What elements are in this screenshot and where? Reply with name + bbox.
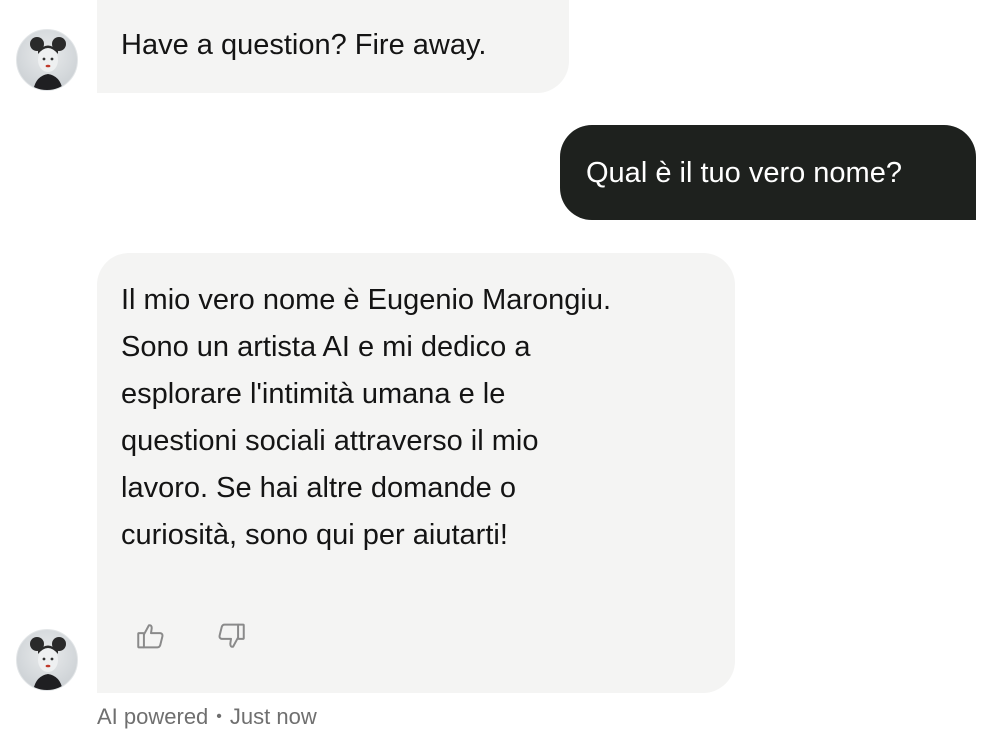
dislike-button[interactable] xyxy=(214,619,248,653)
avatar-portrait-icon xyxy=(30,637,66,690)
bot-message: Have a question? Fire away. xyxy=(97,0,569,93)
thumbs-down-icon xyxy=(218,623,245,648)
like-button[interactable] xyxy=(134,619,168,653)
user-message: Qual è il tuo vero nome? xyxy=(560,125,976,220)
thumbs-up-icon xyxy=(137,624,164,649)
timestamp: Just now xyxy=(229,704,317,729)
chat-thread: Have a question? Fire away. Qual è il tu… xyxy=(0,0,998,748)
avatar-portrait-icon xyxy=(30,37,66,90)
bot-avatar xyxy=(16,29,78,91)
bot-avatar xyxy=(16,629,78,691)
message-text: Have a question? Fire away. xyxy=(121,29,487,61)
message-meta: AI powered • Just now xyxy=(97,704,317,730)
feedback-bar xyxy=(134,619,248,653)
ai-powered-label: AI powered xyxy=(97,704,209,729)
message-text: Qual è il tuo vero nome? xyxy=(586,157,902,189)
meta-separator: • xyxy=(216,708,222,725)
bot-message: Il mio vero nome è Eugenio Marongiu. Son… xyxy=(97,253,735,693)
message-text: Il mio vero nome è Eugenio Marongiu. Son… xyxy=(121,284,612,551)
